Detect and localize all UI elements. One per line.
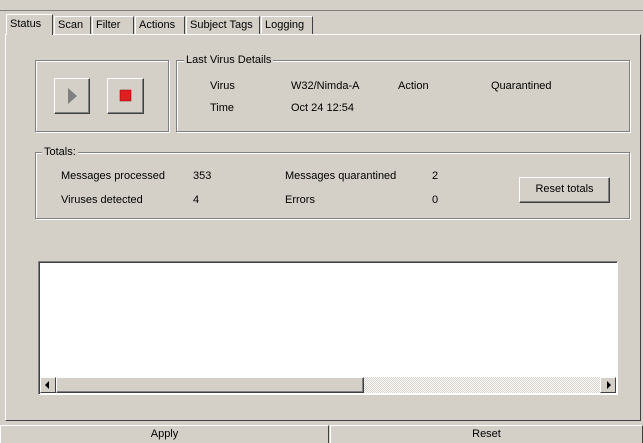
tab-logging-label: Logging — [265, 19, 305, 31]
viruses-detected-value: 4 — [193, 194, 200, 206]
time-value: Oct 24 12:54 — [291, 102, 354, 114]
viruses-detected-label: Viruses detected — [61, 194, 143, 206]
totals-legend: Totals: — [42, 146, 78, 159]
arrow-left-icon — [45, 381, 49, 389]
log-list[interactable] — [38, 261, 618, 395]
tab-status[interactable]: Status — [6, 14, 53, 35]
virus-label: Virus — [210, 80, 235, 92]
messages-processed-label: Messages processed — [61, 170, 165, 182]
errors-label: Errors — [285, 194, 315, 206]
virus-value: W32/Nimda-A — [291, 80, 360, 92]
tab-actions-label: Actions — [139, 19, 176, 31]
arrow-right-icon — [607, 381, 611, 389]
play-icon — [68, 88, 77, 104]
apply-label: Apply — [150, 428, 179, 440]
tab-subject-tags[interactable]: Subject Tags — [186, 16, 260, 34]
tab-scan-label: Scan — [58, 19, 84, 31]
messages-processed-value: 353 — [193, 170, 212, 182]
reset-button[interactable]: Reset — [330, 425, 643, 443]
tab-status-label: Status — [10, 18, 42, 30]
apply-button[interactable]: Apply — [0, 425, 329, 443]
horizontal-scrollbar[interactable] — [40, 377, 616, 393]
stop-icon — [119, 89, 132, 102]
stop-button[interactable] — [107, 78, 144, 114]
tab-scan[interactable]: Scan — [54, 16, 91, 34]
reset-totals-label: Reset totals — [535, 183, 594, 195]
messages-quarantined-label: Messages quarantined — [285, 170, 397, 182]
scroll-right-button[interactable] — [600, 377, 616, 393]
tab-logging[interactable]: Logging — [261, 16, 313, 34]
reset-totals-button[interactable]: Reset totals — [519, 177, 610, 203]
tab-filter[interactable]: Filter — [92, 16, 134, 34]
messages-quarantined-value: 2 — [432, 170, 439, 182]
last-virus-details-legend: Last Virus Details — [184, 54, 274, 67]
tab-actions[interactable]: Actions — [135, 16, 185, 34]
scroll-thumb[interactable] — [56, 377, 364, 393]
scroll-left-button[interactable] — [40, 377, 56, 393]
tab-filter-label: Filter — [96, 19, 121, 31]
action-value: Quarantined — [491, 80, 552, 92]
time-label: Time — [210, 102, 235, 114]
last-virus-details-group — [176, 60, 630, 132]
errors-value: 0 — [432, 194, 439, 206]
window-top-edge — [0, 10, 643, 11]
reset-label: Reset — [472, 428, 501, 440]
start-button[interactable] — [54, 78, 90, 114]
action-label: Action — [398, 80, 429, 92]
tab-subject-tags-label: Subject Tags — [190, 19, 253, 31]
